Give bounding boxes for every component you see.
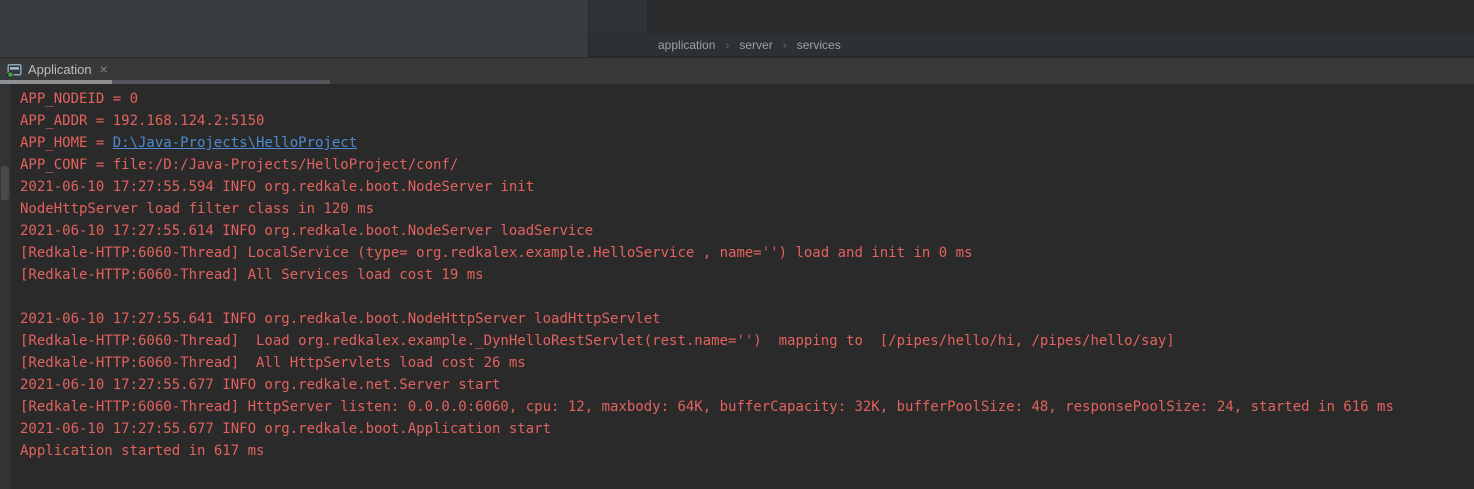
breadcrumb-item-application[interactable]: application xyxy=(658,38,715,52)
console-line: 2021-06-10 17:27:55.594 INFO org.redkale… xyxy=(20,176,1474,198)
console-line: APP_ADDR = 192.168.124.2:5150 xyxy=(20,110,1474,132)
log-text: [Redkale-HTTP:6060-Thread] LocalService … xyxy=(20,245,972,261)
panel-spacer xyxy=(589,0,648,33)
console-line: APP_HOME = D:\Java-Projects\HelloProject xyxy=(20,132,1474,154)
console-line: [Redkale-HTTP:6060-Thread] LocalService … xyxy=(20,242,1474,264)
console-line: APP_NODEID = 0 xyxy=(20,88,1474,110)
editor-panel-empty xyxy=(0,0,589,58)
console-line: [Redkale-HTTP:6060-Thread] All Services … xyxy=(20,264,1474,286)
console-log[interactable]: APP_NODEID = 0 APP_ADDR = 192.168.124.2:5… xyxy=(20,88,1474,462)
console-line: APP_CONF = file:/D:/Java-Projects/HelloP… xyxy=(20,154,1474,176)
log-text: 2021-06-10 17:27:55.594 INFO org.redkale… xyxy=(20,179,534,195)
console-line: [Redkale-HTTP:6060-Thread] Load org.redk… xyxy=(20,330,1474,352)
console-line: NodeHttpServer load filter class in 120 … xyxy=(20,198,1474,220)
running-indicator-dot xyxy=(8,72,13,77)
console-line: 2021-06-10 17:27:55.677 INFO org.redkale… xyxy=(20,418,1474,440)
console-line: [Redkale-HTTP:6060-Thread] HttpServer li… xyxy=(20,396,1474,418)
breadcrumb: application › server › services xyxy=(589,33,1474,57)
gutter-scrollbar-thumb[interactable] xyxy=(1,166,9,200)
log-text: 2021-06-10 17:27:55.677 INFO org.redkale… xyxy=(20,421,551,437)
log-text: 2021-06-10 17:27:55.641 INFO org.redkale… xyxy=(20,311,661,327)
editor-panel-right xyxy=(648,0,1474,33)
console-line xyxy=(20,286,1474,308)
chevron-right-icon: › xyxy=(725,38,729,52)
console-line: 2021-06-10 17:27:55.641 INFO org.redkale… xyxy=(20,308,1474,330)
log-text: 2021-06-10 17:27:55.677 INFO org.redkale… xyxy=(20,377,500,393)
tab-application[interactable]: Application × xyxy=(0,58,114,80)
log-text: [Redkale-HTTP:6060-Thread] All HttpServl… xyxy=(20,355,526,371)
log-text: [Redkale-HTTP:6060-Thread] All Services … xyxy=(20,267,484,283)
close-icon[interactable]: × xyxy=(100,62,108,76)
breadcrumb-item-services[interactable]: services xyxy=(797,38,841,52)
log-text: 2021-06-10 17:27:55.614 INFO org.redkale… xyxy=(20,223,593,239)
log-text: APP_CONF = file:/D:/Java-Projects/HelloP… xyxy=(20,157,458,173)
log-text: APP_NODEID = 0 xyxy=(20,91,138,107)
console-line: Application started in 617 ms xyxy=(20,440,1474,462)
chevron-right-icon: › xyxy=(783,38,787,52)
log-text: Application started in 617 ms xyxy=(20,443,264,459)
console-line: [Redkale-HTTP:6060-Thread] All HttpServl… xyxy=(20,352,1474,374)
log-text: APP_ADDR = 192.168.124.2:5150 xyxy=(20,113,264,129)
tool-window-tab-bar: Application × xyxy=(0,58,1474,84)
breadcrumb-item-server[interactable]: server xyxy=(739,38,772,52)
tab-application-label: Application xyxy=(28,62,92,77)
run-console-icon xyxy=(7,62,23,78)
run-console: APP_NODEID = 0 APP_ADDR = 192.168.124.2:5… xyxy=(0,84,1474,489)
ide-window: application › server › services Applicat… xyxy=(0,0,1474,489)
log-text: [Redkale-HTTP:6060-Thread] HttpServer li… xyxy=(20,399,1394,415)
log-text: [Redkale-HTTP:6060-Thread] Load org.redk… xyxy=(20,333,1175,349)
console-line: 2021-06-10 17:27:55.677 INFO org.redkale… xyxy=(20,374,1474,396)
app-home-link[interactable]: D:\Java-Projects\HelloProject xyxy=(113,135,357,151)
console-line: 2021-06-10 17:27:55.614 INFO org.redkale… xyxy=(20,220,1474,242)
log-text: NodeHttpServer load filter class in 120 … xyxy=(20,201,374,217)
log-text: APP_HOME = xyxy=(20,135,113,151)
console-gutter xyxy=(0,84,11,489)
